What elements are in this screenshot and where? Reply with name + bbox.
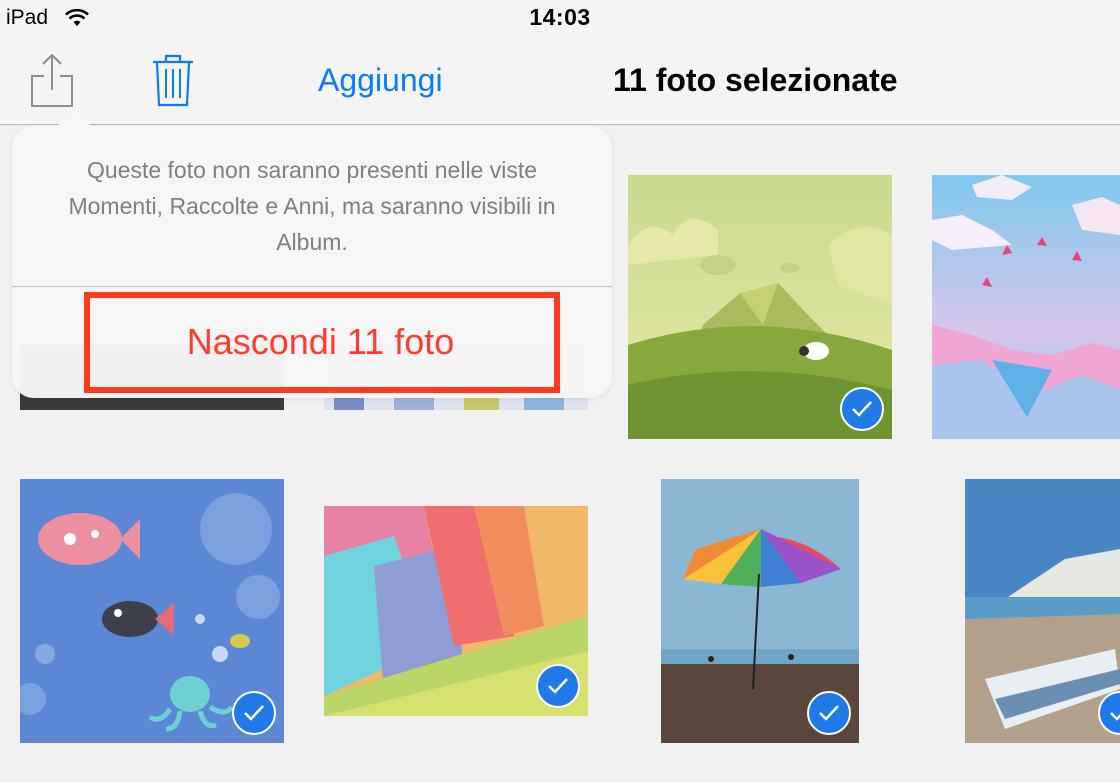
- toolbar: Aggiungi 11 foto selezionate: [0, 36, 1120, 125]
- selected-check-icon: [840, 387, 884, 431]
- photo-thumbnail[interactable]: [20, 479, 284, 743]
- photo-thumbnail[interactable]: [628, 175, 892, 439]
- selected-check-icon: [807, 691, 851, 735]
- photo-thumbnail[interactable]: [661, 479, 859, 743]
- share-icon[interactable]: [28, 50, 76, 110]
- photo-thumbnail[interactable]: [324, 506, 588, 716]
- add-to-button[interactable]: Aggiungi: [318, 62, 443, 99]
- popover-arrow: [56, 108, 92, 127]
- selection-title: 11 foto selezionate: [613, 62, 898, 98]
- popover-divider: [12, 286, 612, 287]
- popover-message: Queste foto non saranno presenti nelle v…: [68, 157, 556, 255]
- photo-thumbnail[interactable]: [932, 175, 1120, 439]
- status-bar: iPad 14:03: [0, 0, 1120, 36]
- selected-check-icon: [232, 691, 276, 735]
- status-time: 14:03: [529, 4, 591, 30]
- selected-check-icon: [536, 664, 580, 708]
- highlight-box: [84, 292, 560, 393]
- photo-thumbnail[interactable]: [965, 479, 1120, 743]
- trash-icon[interactable]: [150, 52, 196, 108]
